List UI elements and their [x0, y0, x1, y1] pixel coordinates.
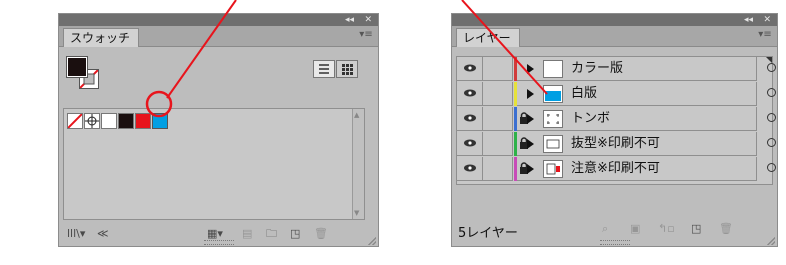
swatch-libraries-icon[interactable]: lll\▾: [67, 227, 85, 241]
layer-count: 5レイヤー: [458, 226, 518, 241]
layer-color-bar: [514, 82, 517, 106]
target-circle-icon[interactable]: [767, 163, 776, 172]
layer-row[interactable]: 白版: [457, 82, 776, 106]
close-icon[interactable]: ✕: [763, 14, 771, 26]
layers-panel: ◂◂ ✕ レイヤー ▾≡ カラー版 白版 トンボ 抜型※印刷不可 注意※印刷不可 5レイ…: [451, 13, 778, 247]
layer-name[interactable]: 白版: [571, 82, 597, 106]
lock-cell[interactable]: [483, 132, 528, 156]
layer-thumbnail: [543, 85, 563, 103]
new-swatch-icon[interactable]: ◳: [290, 227, 300, 241]
eye-icon: [464, 114, 476, 122]
swatches-titlebar[interactable]: ◂◂ ✕: [59, 14, 378, 26]
swatch-options-icon[interactable]: ▦▾: [207, 227, 223, 241]
layers-tab-row: レイヤー ▾≡: [452, 26, 777, 47]
crop-marks-icon: [547, 114, 559, 124]
scroll-up-icon[interactable]: ▲: [354, 111, 359, 119]
tab-swatches[interactable]: スウォッチ: [63, 28, 140, 47]
tab-layers[interactable]: レイヤー: [456, 28, 520, 47]
eye-icon: [464, 89, 476, 97]
visibility-cell[interactable]: [457, 107, 483, 131]
layer-name[interactable]: 注意※印刷不可: [571, 157, 660, 181]
layer-thumbnail: [543, 160, 563, 178]
eye-icon: [464, 139, 476, 147]
layer-color-bar: [514, 157, 517, 181]
visibility-cell[interactable]: [457, 57, 483, 81]
show-swatch-kinds-icon[interactable]: ≪: [97, 227, 109, 241]
layer-row[interactable]: 注意※印刷不可: [457, 157, 776, 181]
swatches-tab-row: スウォッチ ▾≡: [59, 26, 378, 47]
lock-cell[interactable]: [483, 82, 513, 106]
create-sublayer-icon[interactable]: ↰▫: [658, 222, 675, 236]
resize-grip[interactable]: [203, 240, 234, 245]
layer-thumbnail-fill: [545, 91, 561, 101]
swatch-cyan[interactable]: [152, 113, 168, 129]
die-cut-icon: [546, 139, 560, 149]
target-circle-icon[interactable]: [767, 138, 776, 147]
lock-cell[interactable]: [483, 107, 528, 131]
expand-triangle-icon[interactable]: [527, 89, 534, 99]
resize-corner-icon[interactable]: [767, 237, 775, 245]
swatch-registration[interactable]: [84, 113, 100, 129]
target-circle-icon[interactable]: [767, 113, 776, 122]
scroll-down-icon[interactable]: ▼: [354, 209, 359, 217]
visibility-cell[interactable]: [457, 132, 483, 156]
make-clipping-mask-icon[interactable]: ▣: [630, 222, 640, 236]
target-circle-icon[interactable]: [767, 88, 776, 97]
layer-row[interactable]: カラー版: [457, 57, 776, 81]
expand-triangle-icon[interactable]: [527, 164, 534, 174]
thumbnail-view-icon: [342, 64, 353, 75]
swatch-list[interactable]: ▲ ▼: [63, 108, 365, 220]
layers-titlebar[interactable]: ◂◂ ✕: [452, 14, 777, 26]
panel-menu-icon[interactable]: ▾≡: [359, 29, 373, 41]
new-color-group-icon[interactable]: ▤: [242, 227, 252, 241]
layer-color-bar: [514, 132, 517, 156]
collapse-double-arrow-icon[interactable]: ◂◂: [345, 14, 354, 26]
fill-box[interactable]: [66, 56, 88, 78]
swatch-white[interactable]: [101, 113, 117, 129]
swatch-none[interactable]: [67, 113, 83, 129]
list-view-button[interactable]: [313, 60, 335, 78]
eye-icon: [464, 64, 476, 72]
thumbnail-view-button[interactable]: [336, 60, 358, 78]
resize-corner-icon[interactable]: [368, 237, 376, 245]
panel-menu-icon[interactable]: ▾≡: [758, 29, 772, 41]
layer-row[interactable]: 抜型※印刷不可: [457, 132, 776, 156]
layer-list: カラー版 白版 トンボ 抜型※印刷不可 注意※印刷不可: [456, 56, 776, 185]
layer-name[interactable]: 抜型※印刷不可: [571, 132, 660, 156]
layer-name[interactable]: トンボ: [571, 107, 610, 131]
layer-thumbnail: [543, 135, 563, 153]
swatch-black[interactable]: [118, 113, 134, 129]
swatches-panel: ◂◂ ✕ スウォッチ ▾≡ ▲ ▼ lll\▾ ≪ ▦▾ ▤ 🗀 ◳ 🗑: [58, 13, 379, 247]
visibility-cell[interactable]: [457, 157, 483, 181]
list-view-icon: [319, 64, 329, 74]
layer-row[interactable]: トンボ: [457, 107, 776, 131]
fill-stroke-indicator[interactable]: [66, 56, 101, 91]
lock-cell[interactable]: [483, 57, 513, 81]
locate-object-icon[interactable]: ⌕: [602, 222, 608, 236]
layer-name[interactable]: カラー版: [571, 57, 623, 81]
layer-color-bar: [514, 107, 517, 131]
collapse-double-arrow-icon[interactable]: ◂◂: [744, 14, 753, 26]
close-icon[interactable]: ✕: [364, 14, 372, 26]
eye-icon: [464, 164, 476, 172]
layer-thumbnail: [543, 60, 563, 78]
caution-icon: [546, 163, 560, 175]
expand-triangle-icon[interactable]: [527, 114, 534, 124]
new-swatch-folder-icon[interactable]: 🗀: [266, 227, 277, 241]
none-icon: [68, 114, 82, 128]
registration-mark-icon: [85, 114, 99, 128]
delete-swatch-icon[interactable]: 🗑: [314, 227, 328, 241]
target-circle-icon[interactable]: [767, 63, 776, 72]
resize-grip[interactable]: [599, 240, 630, 245]
swatch-red[interactable]: [135, 113, 151, 129]
expand-triangle-icon[interactable]: [527, 139, 534, 149]
layer-thumbnail: [543, 110, 563, 128]
visibility-cell[interactable]: [457, 82, 483, 106]
lock-cell[interactable]: [483, 157, 528, 181]
swatch-scrollbar[interactable]: ▲ ▼: [352, 109, 364, 219]
expand-triangle-icon[interactable]: [527, 64, 534, 74]
delete-layer-icon[interactable]: 🗑: [719, 222, 733, 236]
create-new-layer-icon[interactable]: ◳: [691, 222, 701, 236]
layer-color-bar: [514, 57, 517, 81]
